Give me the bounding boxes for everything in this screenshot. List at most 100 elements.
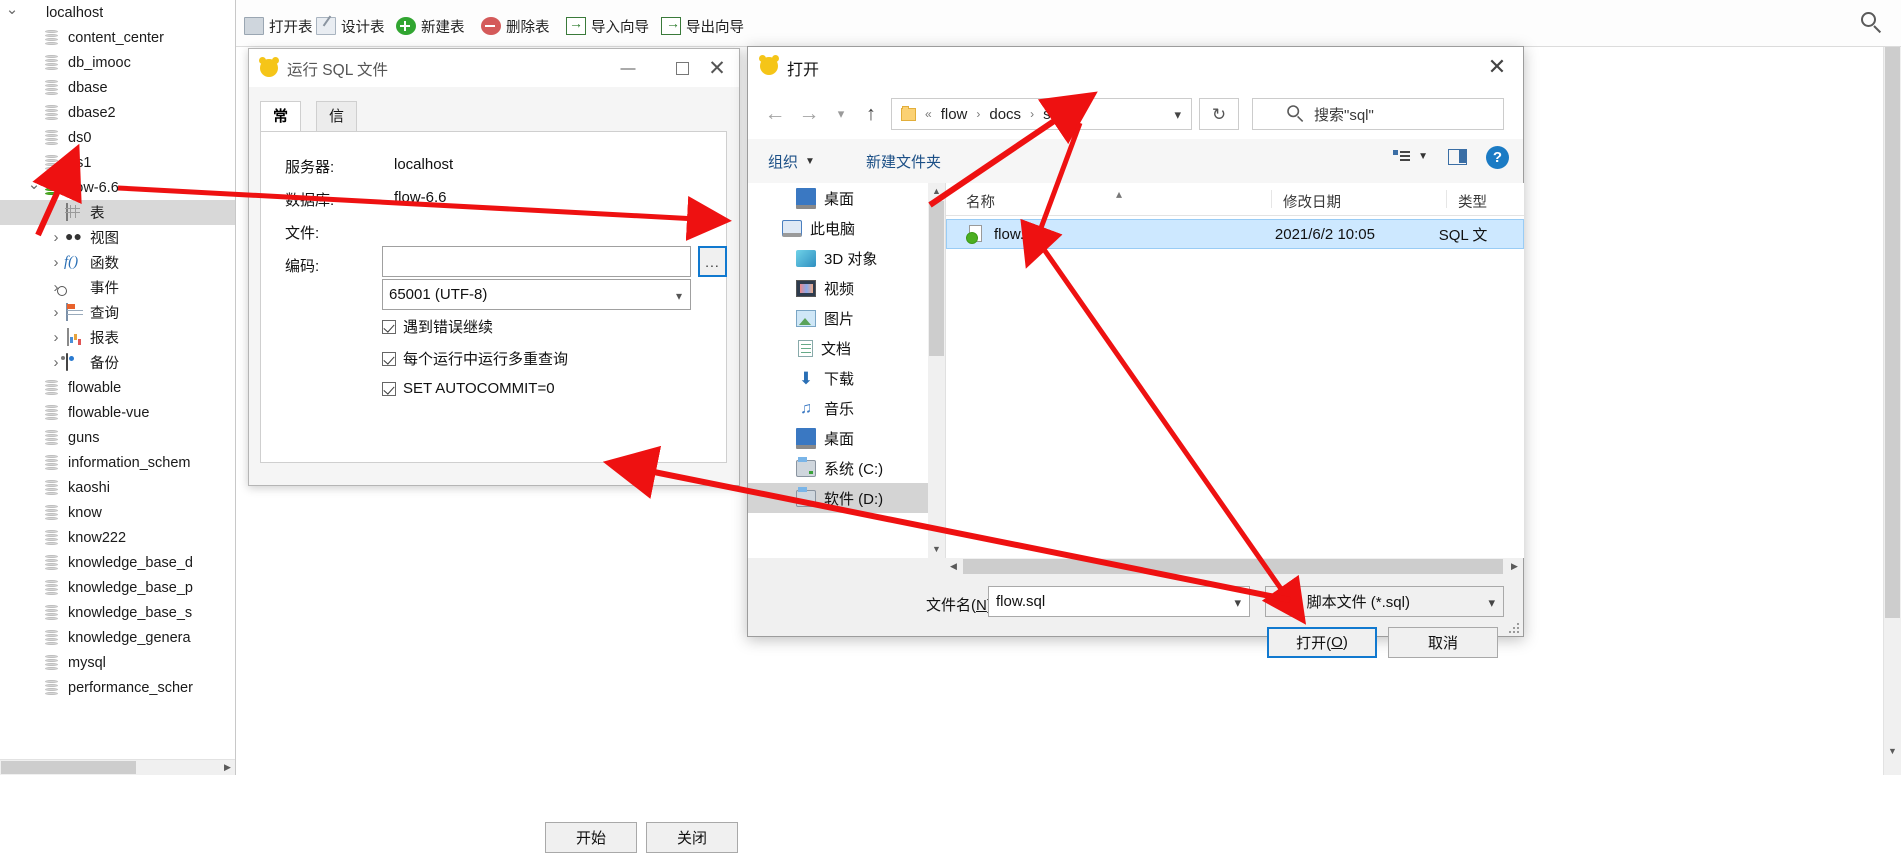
scroll-right-icon[interactable]: ▶ [1506,558,1523,575]
nav-item-1[interactable]: 此电脑 [748,213,928,243]
tree-root-localhost[interactable]: localhost [0,0,235,25]
forward-arrow-icon[interactable]: → [796,102,822,126]
scroll-right-icon[interactable]: ▶ [220,760,235,775]
up-arrow-icon[interactable]: ↑ [858,102,884,126]
scroll-down-icon[interactable]: ▼ [928,541,945,558]
tree-item-24[interactable]: knowledge_genera [0,625,235,650]
toolbar-design-table-button[interactable]: 设计表 [316,14,385,38]
column-divider[interactable] [1446,190,1447,208]
column-divider[interactable] [1271,190,1272,208]
tree-item-25[interactable]: mysql [0,650,235,675]
tree-item-17[interactable]: information_schem [0,450,235,475]
chevron-right-icon[interactable] [48,304,64,321]
nav-item-3[interactable]: 视频 [748,273,928,303]
scroll-thumb[interactable] [1885,18,1900,618]
sql-file-path-input[interactable] [382,246,691,277]
file-row[interactable]: flow.sql 2021/6/2 10:05 SQL 文 [946,219,1524,249]
nav-item-6[interactable]: ⬇ 下载 [748,363,928,393]
toolbar-delete-table-button[interactable]: 删除表 [481,14,550,38]
toolbar-export-wizard-button[interactable]: 导出向导 [661,14,744,38]
resize-grip-icon[interactable] [1508,622,1520,634]
close-button[interactable]: 关闭 [646,822,738,853]
scroll-down-icon[interactable]: ▼ [1884,743,1901,760]
toolbar-new-table-button[interactable]: 新建表 [396,14,465,38]
cancel-button[interactable]: 取消 [1388,627,1498,658]
nav-item-8[interactable]: 桌面 [748,423,928,453]
file-list-horizontal-scrollbar[interactable]: ◀ ▶ [945,558,1523,575]
sql-dialog-titlebar[interactable]: 运行 SQL 文件 — ✕ [249,49,739,87]
recent-locations-icon[interactable]: ▾ [828,102,854,126]
minimize-button[interactable]: — [613,60,643,77]
tree-item-19[interactable]: know [0,500,235,525]
refresh-icon[interactable]: ↻ [1199,98,1239,130]
open-file-dialog[interactable]: 打开 ✕ ← → ▾ ↑ « flow › docs › sql ▾ ↻ 搜索"… [747,46,1524,658]
encoding-select[interactable]: 65001 (UTF-8) ▾ [382,279,691,310]
tree-item-15[interactable]: flowable-vue [0,400,235,425]
tree-item-1[interactable]: db_imooc [0,50,235,75]
tree-vertical-scrollbar[interactable]: ▲ ▼ [1883,0,1901,775]
tree-item-14[interactable]: flowable [0,375,235,400]
new-folder-button[interactable]: 新建文件夹 [866,151,941,172]
chevron-down-icon[interactable] [4,4,20,22]
back-arrow-icon[interactable]: ← [762,102,788,126]
checkbox-checked-icon[interactable] [382,319,396,334]
tree-item-8[interactable]: ●● 视图 [0,225,235,250]
tree-item-11[interactable]: 查询 [0,300,235,325]
chevron-right-icon[interactable] [48,329,64,346]
address-bar[interactable]: « flow › docs › sql ▾ [891,98,1192,130]
tree-item-7[interactable]: 表 [0,200,235,225]
sql-tab-0[interactable]: 常规 [260,101,302,155]
tree-item-9[interactable]: f() 函数 [0,250,235,275]
breadcrumb-flow[interactable]: flow [941,106,968,123]
nav-item-0[interactable]: 桌面 [748,183,928,213]
tree-item-12[interactable]: 报表 [0,325,235,350]
browse-file-button[interactable]: ... [698,246,727,277]
nav-item-9[interactable]: 系统 (C:) [748,453,928,483]
organize-button[interactable]: 组织 ▼ [768,151,815,172]
tree-item-13[interactable]: 备份 [0,350,235,375]
tree-item-0[interactable]: content_center [0,25,235,50]
start-button[interactable]: 开始 [545,822,637,853]
nav-pane-scrollbar[interactable]: ▲ ▼ [928,183,945,558]
nav-item-5[interactable]: 文档 [748,333,928,363]
chevron-down-icon[interactable]: ▾ [1174,107,1181,123]
breadcrumb-docs[interactable]: docs [989,106,1021,123]
tree-item-21[interactable]: knowledge_base_d [0,550,235,575]
scroll-left-icon[interactable]: ◀ [945,558,962,575]
toolbar-import-wizard-button[interactable]: 导入向导 [566,14,649,38]
nav-item-4[interactable]: 图片 [748,303,928,333]
scroll-thumb-h[interactable] [963,559,1503,574]
tree-item-26[interactable]: performance_scher [0,675,235,700]
search-input[interactable]: 搜索"sql" [1252,98,1504,130]
tree-item-4[interactable]: ds0 [0,125,235,150]
sql-checkbox-2[interactable]: SET AUTOCOMMIT=0 [382,380,555,397]
scroll-thumb-h[interactable] [1,761,136,774]
scroll-thumb[interactable] [929,201,944,356]
tree-item-10[interactable]: 事件 [0,275,235,300]
tree-item-23[interactable]: knowledge_base_s [0,600,235,625]
checkbox-checked-icon[interactable] [382,351,396,366]
sql-checkbox-0[interactable]: 遇到错误继续 [382,316,493,337]
chevron-right-icon[interactable] [48,229,64,246]
preview-pane-icon[interactable] [1448,149,1467,165]
close-icon[interactable]: ✕ [703,57,731,81]
column-header-type[interactable]: 类型 [1458,191,1487,212]
tree-item-3[interactable]: dbase2 [0,100,235,125]
tree-item-16[interactable]: guns [0,425,235,450]
toolbar-open-table-button[interactable]: 打开表 [244,14,313,38]
sql-tab-1[interactable]: 信息日志 [316,101,358,215]
run-sql-file-dialog[interactable]: 运行 SQL 文件 — ✕ 常规信息日志 服务器: localhost 数据库:… [248,48,740,853]
open-button[interactable]: 打开(O) [1267,627,1377,658]
view-mode-button[interactable]: ▼ [1393,149,1428,164]
search-icon[interactable] [1861,12,1887,38]
checkbox-checked-icon[interactable] [382,381,396,396]
database-tree-panel[interactable]: localhost content_center db_imoocdbase dba… [0,0,236,775]
tree-item-18[interactable]: kaoshi [0,475,235,500]
nav-item-7[interactable]: ♫ 音乐 [748,393,928,423]
file-type-filter-select[interactable]: SQL 脚本文件 (*.sql) ▾ [1265,586,1504,617]
column-header-name[interactable]: 名称 [966,191,995,212]
chevron-down-icon[interactable]: ▾ [1234,595,1241,611]
nav-item-2[interactable]: 3D 对象 [748,243,928,273]
chevron-down-icon[interactable] [26,179,42,197]
column-header-date[interactable]: 修改日期 [1283,191,1341,212]
